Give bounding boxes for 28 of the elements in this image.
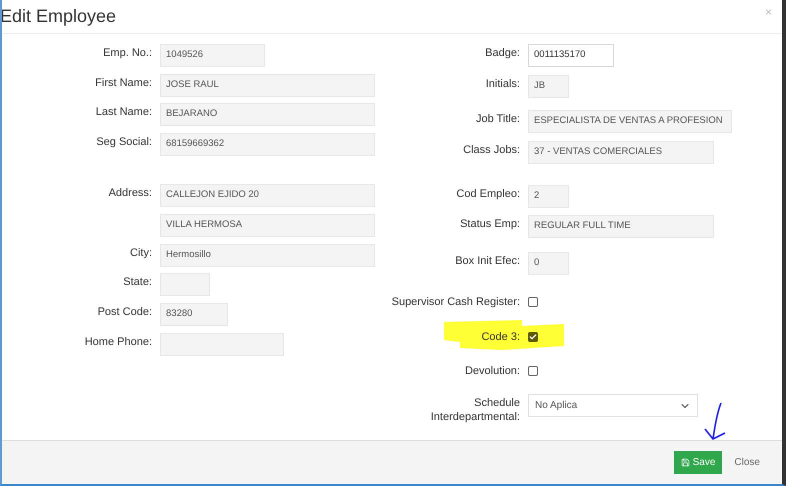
field-label: First Name: — [95, 76, 152, 90]
field-label: Code 3: — [481, 330, 520, 344]
field-label: Supervisor Cash Register: — [392, 295, 520, 309]
checkbox[interactable] — [528, 366, 538, 376]
field-label: Emp. No.: — [103, 46, 152, 60]
field-label: Seg Social: — [96, 135, 152, 149]
field-label: Badge: — [485, 46, 520, 60]
select-field[interactable]: No Aplica — [528, 394, 698, 417]
field-label: Home Phone: — [84, 335, 152, 349]
field-label: Initials: — [486, 77, 520, 91]
field-label: Status Emp: — [460, 217, 520, 231]
field-label: Address: — [108, 186, 152, 200]
check-icon — [529, 333, 537, 341]
field-label: Last Name: — [96, 105, 152, 119]
checkbox[interactable] — [528, 297, 538, 307]
field-label: Class Jobs: — [463, 143, 520, 157]
field-label: Devolution: — [464, 364, 520, 378]
field-label: City: — [130, 246, 152, 260]
field-label: Post Code: — [98, 305, 152, 319]
field-label: Cod Empleo: — [456, 187, 520, 201]
field-label: State: — [123, 275, 152, 289]
close-button[interactable]: Close — [732, 455, 762, 470]
text-field[interactable]: 0011135170 — [528, 44, 614, 67]
field-label: Job Title: — [476, 112, 520, 126]
field-label: Schedule Interdepartmental: — [430, 396, 520, 424]
checkbox[interactable] — [528, 332, 538, 342]
field-label: Box Init Efec: — [455, 254, 520, 268]
arrow-drawing — [703, 401, 727, 443]
